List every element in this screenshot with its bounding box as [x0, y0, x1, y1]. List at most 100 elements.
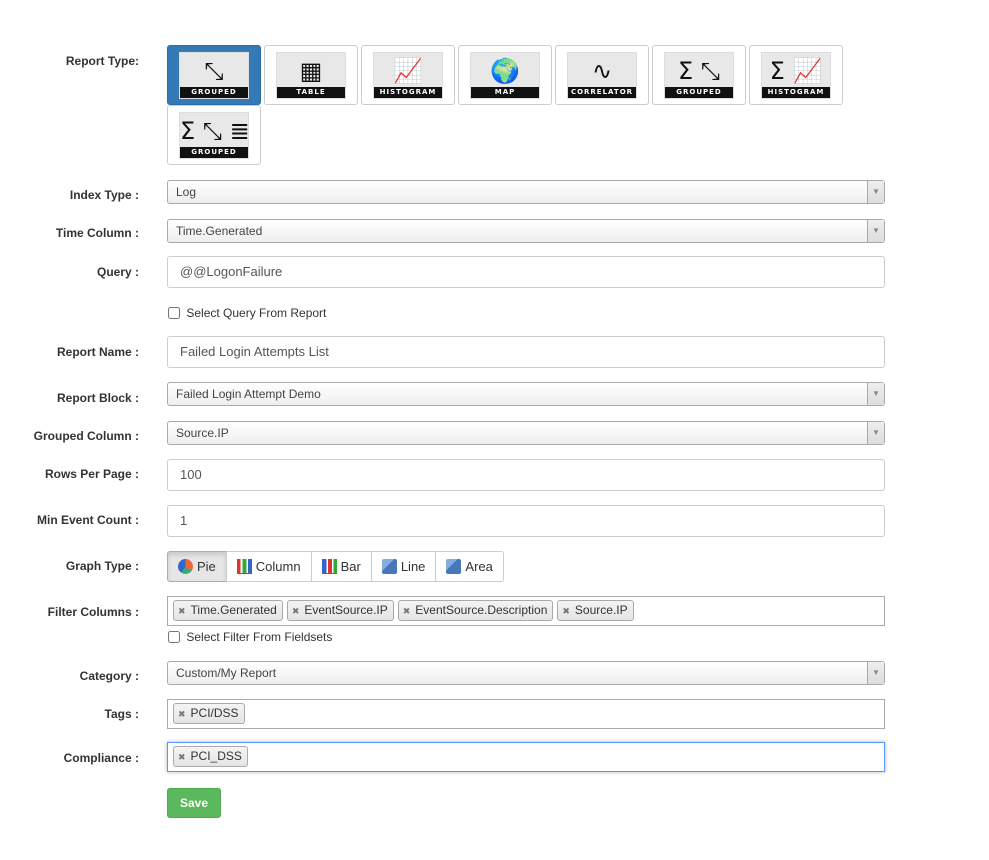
index-type-select[interactable]: Log ▼	[167, 180, 885, 204]
globe-pin-icon: 🌍 MAP	[470, 52, 540, 99]
rows-per-page-label: Rows Per Page :	[44, 467, 139, 481]
time-column-value: Time.Generated	[176, 224, 263, 238]
report-type-button-correlator-4[interactable]: ∿ CORRELATOR	[555, 45, 649, 105]
sigma-histogram-icon: Σ 📈 HISTOGRAM	[761, 52, 831, 99]
min-event-count-label: Min Event Count :	[37, 513, 139, 527]
correlator-icon: ∿ CORRELATOR	[567, 52, 637, 99]
report-type-label: Report Type:	[65, 54, 139, 68]
chevron-down-icon[interactable]: ▼	[867, 383, 884, 405]
line-chart-icon	[381, 559, 397, 574]
report-block-label: Report Block :	[56, 391, 139, 405]
filter-column-tag: ✖ Time.Generated	[173, 600, 283, 621]
bar-chart-icon	[321, 559, 337, 574]
report-type-caption: HISTOGRAM	[762, 87, 830, 98]
time-column-select[interactable]: Time.Generated ▼	[167, 219, 885, 243]
report-type-caption: CORRELATOR	[568, 87, 636, 98]
report-type-button-histogram-6[interactable]: Σ 📈 HISTOGRAM	[749, 45, 843, 105]
graph-type-line-button[interactable]: Line	[370, 551, 437, 582]
filter-column-tag: ✖ EventSource.Description	[397, 600, 554, 621]
report-type-caption: GROUPED	[180, 147, 248, 158]
time-column-label: Time Column :	[55, 226, 139, 240]
graph-type-area-button[interactable]: Area	[435, 551, 504, 582]
report-type-button-histogram-2[interactable]: 📈 HISTOGRAM	[361, 45, 455, 105]
area-chart-icon	[446, 559, 462, 574]
query-input[interactable]: @@LogonFailure	[167, 256, 885, 288]
category-select[interactable]: Custom/My Report ▼	[167, 661, 885, 685]
sigma-compress-icon: Σ ⤡ GROUPED	[664, 52, 734, 99]
filter-column-tag: ✖ Source.IP	[557, 600, 634, 621]
graph-type-pie-button[interactable]: Pie	[167, 551, 227, 582]
pie-chart-icon	[178, 559, 193, 574]
table-icon: ▦ TABLE	[276, 52, 346, 99]
close-icon[interactable]: ✖	[178, 752, 186, 762]
select-query-from-report-checkbox[interactable]	[168, 307, 180, 319]
query-label: Query :	[96, 265, 139, 279]
graph-type-label-column: Column	[255, 559, 301, 574]
graph-type-column-button[interactable]: Column	[225, 551, 312, 582]
filter-column-tag: ✖ EventSource.IP	[286, 600, 394, 621]
report-type-button-grouped-5[interactable]: Σ ⤡ GROUPED	[652, 45, 746, 105]
close-icon[interactable]: ✖	[292, 606, 300, 616]
select-filter-from-fieldsets-row: Select Filter From Fieldsets	[167, 630, 332, 644]
report-type-caption: MAP	[471, 87, 539, 98]
report-type-glyph: ▦	[299, 57, 323, 85]
report-type-glyph: ∿	[591, 57, 613, 85]
graph-type-label-area: Area	[465, 559, 493, 574]
chevron-down-icon[interactable]: ▼	[867, 181, 884, 203]
graph-type-label: Graph Type :	[65, 559, 139, 573]
select-filter-from-fieldsets-checkbox[interactable]	[168, 631, 180, 643]
report-type-caption: GROUPED	[180, 87, 248, 98]
chevron-down-icon[interactable]: ▼	[867, 422, 884, 444]
report-type-caption: TABLE	[277, 87, 345, 98]
report-name-input[interactable]: Failed Login Attempts List	[167, 336, 885, 368]
select-filter-from-fieldsets-label: Select Filter From Fieldsets	[186, 630, 333, 644]
histogram-icon: 📈 HISTOGRAM	[373, 52, 443, 99]
select-query-from-report-row: Select Query From Report	[167, 306, 326, 320]
save-button[interactable]: Save	[167, 788, 221, 818]
report-type-glyph: ⤡	[204, 57, 224, 85]
close-icon[interactable]: ✖	[403, 606, 411, 616]
tag-chip: ✖ PCI/DSS	[173, 703, 245, 724]
tags-input[interactable]: ✖ PCI/DSS	[167, 699, 885, 729]
sigma-compress-list-icon: Σ ⤡ ≣ GROUPED	[179, 112, 249, 159]
close-icon[interactable]: ✖	[562, 606, 570, 616]
report-type-glyph: Σ ⤡	[678, 57, 720, 85]
select-query-from-report-label: Select Query From Report	[186, 306, 327, 320]
report-type-glyph: 📈	[393, 57, 423, 85]
graph-type-bar-button[interactable]: Bar	[310, 551, 372, 582]
min-event-count-input[interactable]: 1	[167, 505, 885, 537]
grouped-column-value: Source.IP	[176, 426, 229, 440]
close-icon[interactable]: ✖	[178, 709, 186, 719]
index-type-value: Log	[176, 185, 197, 199]
close-icon[interactable]: ✖	[178, 606, 186, 616]
rows-per-page-input[interactable]: 100	[167, 459, 885, 491]
report-type-glyph: Σ 📈	[769, 57, 823, 85]
tags-label: Tags :	[104, 707, 139, 721]
report-type-button-map-3[interactable]: 🌍 MAP	[458, 45, 552, 105]
report-type-button-grouped-7[interactable]: Σ ⤡ ≣ GROUPED	[167, 105, 261, 165]
filter-columns-label: Filter Columns :	[47, 605, 139, 619]
compliance-input[interactable]: ✖ PCI_DSS	[167, 742, 885, 772]
report-block-select[interactable]: Failed Login Attempt Demo ▼	[167, 382, 885, 406]
filter-columns-input[interactable]: ✖ Time.Generated ✖ EventSource.IP ✖ EventSour…	[167, 596, 885, 626]
compliance-label: Compliance :	[63, 751, 139, 765]
chevron-down-icon[interactable]: ▼	[867, 662, 884, 684]
report-type-button-grouped-0[interactable]: ⤡ GROUPED	[167, 45, 261, 105]
report-type-button-table-1[interactable]: ▦ TABLE	[264, 45, 358, 105]
compliance-chip: ✖ PCI_DSS	[173, 746, 248, 767]
category-label: Category :	[79, 669, 139, 683]
report-block-value: Failed Login Attempt Demo	[176, 387, 321, 401]
grouped-column-label: Grouped Column :	[33, 429, 139, 443]
graph-type-label-bar: Bar	[340, 559, 361, 574]
report-type-caption: HISTOGRAM	[374, 87, 442, 98]
grouped-column-select[interactable]: Source.IP ▼	[167, 421, 885, 445]
column-chart-icon	[236, 559, 252, 574]
graph-type-group: Pie Column Bar Line Area	[167, 551, 504, 582]
category-value: Custom/My Report	[176, 666, 277, 680]
compress-arrows-icon: ⤡ GROUPED	[179, 52, 249, 99]
report-type-glyph: 🌍	[490, 57, 520, 85]
index-type-label: Index Type :	[69, 188, 139, 202]
report-type-glyph: Σ ⤡ ≣	[180, 117, 249, 145]
graph-type-label-pie: Pie	[197, 559, 216, 574]
chevron-down-icon[interactable]: ▼	[867, 220, 884, 242]
